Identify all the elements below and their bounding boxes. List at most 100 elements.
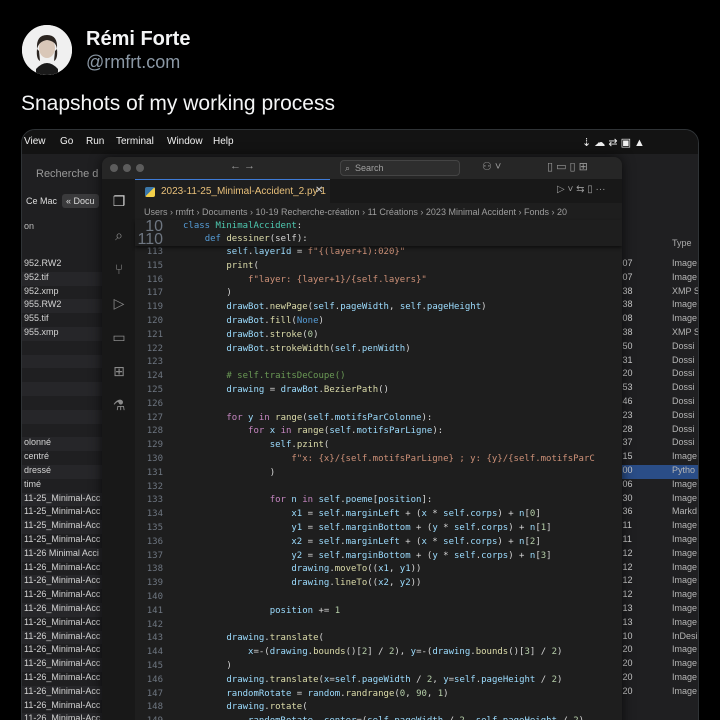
editor-actions-icons[interactable]: ▷ ˅ ⇆ ▯ ··· xyxy=(557,184,606,195)
sticky-line[interactable]: 10 class MinimalAccident: xyxy=(135,219,622,235)
close-tab-icon[interactable]: ✕ xyxy=(315,185,323,196)
nav-arrows-icon[interactable]: ← → xyxy=(230,160,255,172)
finder-file-row[interactable]: 11-26_Minimal-Acc xyxy=(22,575,104,590)
finder-detail-row[interactable]: :37 Dossi xyxy=(620,437,698,451)
layout-icons[interactable]: ▯ ▭ ▯ ⊞ xyxy=(547,160,588,173)
sticky-line[interactable]: 110 def dessiner(self): xyxy=(135,232,622,248)
code-line[interactable]: 131 ) xyxy=(135,467,622,481)
finder-detail-row[interactable]: :38 Image xyxy=(620,299,698,313)
finder-detail-row[interactable]: :30 Image xyxy=(620,493,698,507)
finder-detail-row[interactable]: :00 Pytho xyxy=(620,464,698,479)
menu-terminal[interactable]: Terminal xyxy=(116,136,154,147)
finder-file-row[interactable] xyxy=(22,382,104,396)
code-line[interactable]: 133 for n in self.poeme[position]: xyxy=(135,494,622,508)
code-line[interactable]: 119 drawBot.newPage(self.pageWidth, self… xyxy=(135,301,622,315)
editor-tab[interactable]: 2023-11-25_Minimal-Accident_2.py 1 ✕ xyxy=(135,179,330,203)
finder-file-row[interactable] xyxy=(22,424,104,438)
finder-file-row[interactable]: 11-26_Minimal-Acc xyxy=(22,630,104,645)
finder-detail-row[interactable]: :20 Image xyxy=(620,686,698,700)
code-line[interactable]: 140 xyxy=(135,591,622,605)
finder-detail-row[interactable]: :13 Image xyxy=(620,617,698,631)
finder-detail-row[interactable]: :07 Image xyxy=(620,258,698,272)
finder-file-row[interactable]: 11-25_Minimal-Acc xyxy=(22,534,104,548)
finder-detail-row[interactable]: :12 Image xyxy=(620,562,698,576)
code-line[interactable]: 124 # self.traitsDeCoupe() xyxy=(135,370,622,384)
code-line[interactable]: 136 x2 = self.marginLeft + (x * self.cor… xyxy=(135,536,622,550)
avatar[interactable] xyxy=(22,25,72,75)
finder-file-row[interactable]: 11-25_Minimal-Acc xyxy=(22,520,104,534)
finder-detail-row[interactable]: :23 Dossi xyxy=(620,410,698,424)
finder-type-header[interactable]: Type xyxy=(672,238,692,248)
finder-file-row[interactable]: 11-26_Minimal-Acc xyxy=(22,644,104,658)
finder-file-row[interactable]: 11-26_Minimal-Acc xyxy=(22,713,104,720)
finder-detail-row[interactable]: :20 Image xyxy=(620,672,698,686)
code-line[interactable]: 138 drawing.moveTo((x1, y1)) xyxy=(135,563,622,577)
close-window-dot[interactable] xyxy=(110,164,118,172)
finder-detail-row[interactable]: :12 Image xyxy=(620,575,698,589)
finder-file-row[interactable]: 952.RW2 xyxy=(22,258,104,272)
finder-file-row[interactable]: 952.xmp xyxy=(22,286,104,300)
menu-window[interactable]: Window xyxy=(167,136,203,147)
code-line[interactable]: 137 y2 = self.marginBottom + (y * self.c… xyxy=(135,550,622,564)
extensions-icon[interactable]: ⊞ xyxy=(111,363,127,379)
finder-file-row[interactable]: 11-25_Minimal-Acc xyxy=(22,492,104,507)
minimize-window-dot[interactable] xyxy=(123,164,131,172)
tweet-media-image[interactable]: View Go Run Terminal Window Help ⇣ ☁ ⇄ ▣… xyxy=(21,129,699,720)
menu-go[interactable]: Go xyxy=(60,136,73,147)
remote-explorer-icon[interactable]: ▭ xyxy=(111,329,127,345)
code-line[interactable]: 132 xyxy=(135,481,622,495)
code-line[interactable]: 143 drawing.translate( xyxy=(135,632,622,646)
finder-detail-row[interactable]: :20 Dossi xyxy=(620,368,698,382)
finder-detail-row[interactable]: :08 Image xyxy=(620,313,698,327)
sticky-scroll-header[interactable]: 10 class MinimalAccident: 110 def dessiner… xyxy=(135,219,622,248)
code-editor[interactable]: 113 self.layerId = f"{(layer+1):020}" 115… xyxy=(135,246,622,720)
code-line[interactable]: 147 randomRotate = random.randrange(0, 9… xyxy=(135,688,622,702)
finder-detail-row[interactable]: :20 Image xyxy=(620,658,698,672)
finder-file-row[interactable]: 11-26_Minimal-Acc xyxy=(22,658,104,672)
finder-file-row[interactable]: olonné xyxy=(22,437,104,452)
vscode-search-box[interactable]: ⌕ Search xyxy=(340,160,460,176)
finder-detail-row[interactable]: :12 Image xyxy=(620,589,698,603)
finder-file-row[interactable]: 11-25_Minimal-Acc xyxy=(22,506,104,520)
author-handle[interactable]: @rmfrt.com xyxy=(86,52,180,73)
finder-file-row[interactable]: 11-26_Minimal-Acc xyxy=(22,700,104,714)
code-line[interactable]: 148 drawing.rotate( xyxy=(135,701,622,715)
finder-file-row[interactable]: 11-26_Minimal-Acc xyxy=(22,589,104,603)
code-line[interactable]: 129 self.pzint( xyxy=(135,439,622,453)
finder-detail-row[interactable]: :31 Dossi xyxy=(620,355,698,369)
finder-location-mac[interactable]: Ce Mac xyxy=(26,196,57,206)
finder-detail-row[interactable]: :11 Image xyxy=(620,534,698,548)
code-line[interactable]: 135 y1 = self.marginBottom + (y * self.c… xyxy=(135,522,622,536)
finder-detail-row[interactable]: :10 InDesi xyxy=(620,631,698,645)
search-sidebar-icon[interactable]: ⌕ xyxy=(111,227,127,243)
code-line[interactable]: 121 drawBot.stroke(0) xyxy=(135,329,622,343)
finder-detail-row[interactable]: :20 Image xyxy=(620,644,698,658)
finder-detail-row[interactable]: :38 XMP S xyxy=(620,286,698,300)
finder-file-row[interactable]: 11-26_Minimal-Acc xyxy=(22,602,104,617)
finder-detail-row[interactable]: :12 Image xyxy=(620,548,698,562)
finder-file-row[interactable] xyxy=(22,354,104,369)
run-debug-icon[interactable]: ▷ xyxy=(111,295,127,311)
finder-file-row[interactable]: 955.tif xyxy=(22,313,104,327)
finder-file-row[interactable]: 11-26_Minimal-Acc xyxy=(22,562,104,576)
finder-detail-row[interactable]: :13 Image xyxy=(620,603,698,617)
finder-detail-row[interactable]: :15 Image xyxy=(620,451,698,465)
finder-detail-row[interactable]: :07 Image xyxy=(620,272,698,286)
code-line[interactable]: 142 xyxy=(135,619,622,633)
code-line[interactable]: 123 xyxy=(135,356,622,370)
code-line[interactable]: 115 print( xyxy=(135,260,622,274)
finder-file-row[interactable] xyxy=(22,409,104,424)
finder-file-row[interactable]: centré xyxy=(22,451,104,465)
finder-file-row[interactable]: timé xyxy=(22,479,104,493)
code-line[interactable]: 113 self.layerId = f"{(layer+1):020}" xyxy=(135,246,622,260)
finder-file-row[interactable]: dressé xyxy=(22,464,104,479)
menu-view[interactable]: View xyxy=(24,136,46,147)
menu-run[interactable]: Run xyxy=(86,136,104,147)
code-line[interactable]: 122 drawBot.strokeWidth(self.penWidth) xyxy=(135,343,622,357)
zoom-window-dot[interactable] xyxy=(136,164,144,172)
explorer-icon[interactable]: ❐ xyxy=(111,193,127,209)
finder-file-row[interactable] xyxy=(22,341,104,355)
finder-file-row[interactable] xyxy=(22,368,104,382)
code-line[interactable]: 117 ) xyxy=(135,287,622,301)
code-line[interactable]: 139 drawing.lineTo((x2, y2)) xyxy=(135,577,622,591)
